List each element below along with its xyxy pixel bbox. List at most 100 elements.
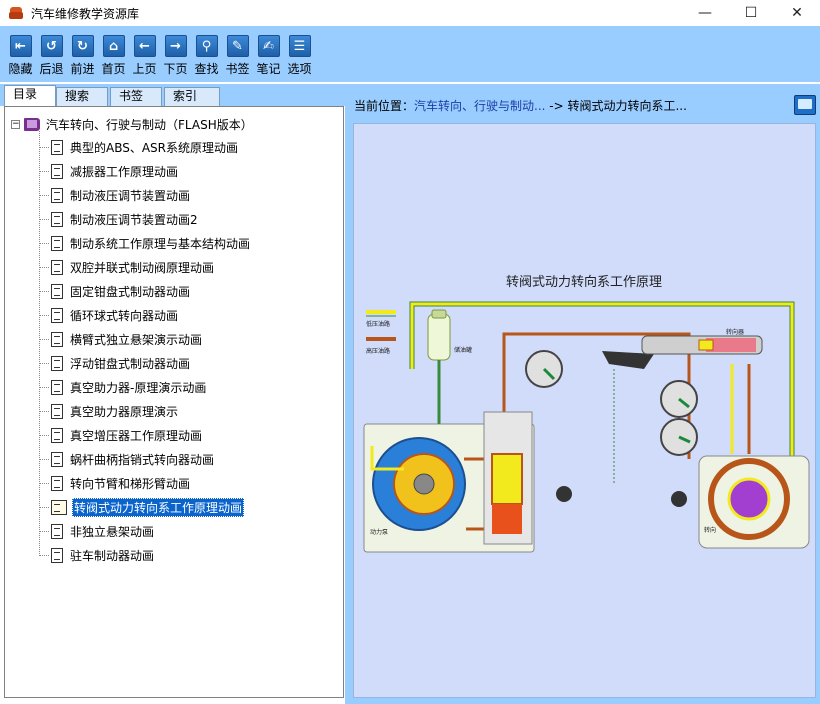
next-page-icon: → [164, 35, 187, 57]
app-icon [9, 7, 23, 19]
steering-wheel-hub [727, 477, 771, 521]
location-bar: 当前位置：汽车转向、行驶与制动... -> 转阀式动力转向系工... [349, 84, 820, 120]
tree-item[interactable]: 真空助力器原理演示 [39, 401, 180, 421]
tree-item[interactable]: 典型的ABS、ASR系统原理动画 [39, 137, 240, 157]
tree-root-label[interactable]: 汽车转向、行驶与制动（FLASH版本） [44, 115, 255, 134]
tree-item-selected[interactable]: 转阀式动力转向系工作原理动画 [39, 497, 245, 517]
flow-valve-chamber [492, 504, 522, 534]
tree-item[interactable]: 制动液压调节装置动画2 [39, 209, 200, 229]
tree-item-label[interactable]: 真空助力器-原理演示动画 [68, 378, 208, 397]
tree-item-label[interactable]: 双腔并联式制动阀原理动画 [68, 258, 216, 277]
location-label: 当前位置： [354, 99, 415, 113]
oil-reservoir [427, 313, 451, 361]
next-page-label: 下页 [163, 62, 188, 76]
tree-item-label[interactable]: 真空助力器原理演示 [68, 402, 180, 421]
next-page-button[interactable]: → 下页 [160, 26, 191, 82]
tree-item-label-selected[interactable]: 转阀式动力转向系工作原理动画 [72, 497, 245, 517]
viewer-frame: 转阀式动力转向系工作原理 低压油路 高压油路 储油罐 动力泵 转向器 转向 [349, 120, 820, 704]
prev-page-icon: ← [133, 35, 156, 57]
minimize-button[interactable]: — [682, 0, 728, 26]
tree-item[interactable]: 横臂式独立悬架演示动画 [39, 329, 204, 349]
location-separator: -> [545, 99, 568, 113]
tree-item[interactable]: 固定钳盘式制动器动画 [39, 281, 192, 301]
forward-label: 前进 [70, 62, 95, 76]
tree-item-label[interactable]: 转向节臂和梯形臂动画 [68, 474, 192, 493]
tree-item[interactable]: 驻车制动器动画 [39, 545, 156, 565]
tree-item[interactable]: 浮动钳盘式制动器动画 [39, 353, 192, 373]
collapse-icon[interactable]: − [11, 119, 20, 129]
tree-item[interactable]: 制动系统工作原理与基本结构动画 [39, 233, 252, 253]
tab-index[interactable]: 索引 [164, 87, 220, 106]
tree-item[interactable]: 真空增压器工作原理动画 [39, 425, 204, 445]
tree-item[interactable]: 转向节臂和梯形臂动画 [39, 473, 192, 493]
tab-bookmarks[interactable]: 书签 [110, 87, 162, 106]
options-icon: ☰ [288, 35, 311, 57]
diagram-title: 转阀式动力转向系工作原理 [506, 274, 662, 290]
pump-shaft [413, 473, 435, 495]
tree-item[interactable]: 循环球式转向器动画 [39, 305, 180, 325]
page-icon [51, 331, 63, 347]
tab-contents[interactable]: 目录 [4, 85, 56, 106]
fullscreen-monitor-icon[interactable] [794, 95, 816, 115]
nav-tabs: 目录 搜索 书签 索引 [0, 84, 345, 106]
book-icon [24, 117, 40, 131]
page-icon [51, 475, 63, 491]
location-path-parent[interactable]: 汽车转向、行驶与制动... [414, 99, 545, 113]
close-button[interactable]: ✕ [774, 0, 820, 26]
tree-item-label[interactable]: 制动系统工作原理与基本结构动画 [68, 234, 252, 253]
page-icon [51, 235, 63, 251]
tree-item[interactable]: 真空助力器-原理演示动画 [39, 377, 208, 397]
toolbar: ⇤ 隐藏 ↺ 后退 ↻ 前进 ⌂ 首页 ← 上页 → 下页 ⚲ 查找 ✎ 书签 … [0, 26, 820, 82]
tree-item-label[interactable]: 典型的ABS、ASR系统原理动画 [68, 138, 240, 157]
breadcrumb: 当前位置：汽车转向、行驶与制动... -> 转阀式动力转向系工... [354, 97, 687, 114]
tree-item-label[interactable]: 蜗杆曲柄指销式转向器动画 [68, 450, 216, 469]
tree-item-label[interactable]: 减振器工作原理动画 [68, 162, 180, 181]
tree-item-label[interactable]: 浮动钳盘式制动器动画 [68, 354, 192, 373]
tree-item[interactable]: 减振器工作原理动画 [39, 161, 180, 181]
hide-icon: ⇤ [9, 35, 32, 57]
tree-item-label[interactable]: 真空增压器工作原理动画 [68, 426, 204, 445]
find-button[interactable]: ⚲ 查找 [191, 26, 222, 82]
tree-item[interactable]: 非独立悬架动画 [39, 521, 156, 541]
tree-item-label[interactable]: 横臂式独立悬架演示动画 [68, 330, 204, 349]
options-button[interactable]: ☰ 选项 [284, 26, 315, 82]
page-icon [51, 379, 63, 395]
page-icon [51, 427, 63, 443]
tree-item-label[interactable]: 制动液压调节装置动画2 [68, 210, 200, 229]
notes-button[interactable]: ✍ 笔记 [253, 26, 284, 82]
tree-item-label[interactable]: 循环球式转向器动画 [68, 306, 180, 325]
page-icon [51, 403, 63, 419]
tree-item-label[interactable]: 驻车制动器动画 [68, 546, 156, 565]
bookmark-button[interactable]: ✎ 书签 [222, 26, 253, 82]
window-title: 汽车维修教学资源库 [31, 6, 140, 21]
back-icon: ↺ [40, 35, 63, 57]
tab-search[interactable]: 搜索 [56, 87, 108, 106]
tree-item-label[interactable]: 制动液压调节装置动画 [68, 186, 192, 205]
page-icon [51, 547, 63, 563]
tree-item[interactable]: 蜗杆曲柄指销式转向器动画 [39, 449, 216, 469]
forward-button[interactable]: ↻ 前进 [67, 26, 98, 82]
tree-item-label[interactable]: 非独立悬架动画 [68, 522, 156, 541]
notes-label: 笔记 [256, 62, 281, 76]
page-icon [51, 307, 63, 323]
tree-item[interactable]: 制动液压调节装置动画 [39, 185, 192, 205]
page-icon [51, 283, 63, 299]
back-button[interactable]: ↺ 后退 [36, 26, 67, 82]
home-button[interactable]: ⌂ 首页 [98, 26, 129, 82]
page-icon [51, 259, 63, 275]
hide-button[interactable]: ⇤ 隐藏 [5, 26, 36, 82]
find-icon: ⚲ [195, 35, 218, 57]
location-path-current: 转阀式动力转向系工... [567, 99, 687, 113]
tree-root[interactable]: − 汽车转向、行驶与制动（FLASH版本） [11, 116, 255, 132]
open-book-icon [51, 499, 67, 515]
maximize-button[interactable]: ☐ [728, 0, 774, 26]
reservoir-label: 储油罐 [454, 346, 472, 354]
flow-valve-spool [491, 453, 523, 505]
tree-item[interactable]: 双腔并联式制动阀原理动画 [39, 257, 216, 277]
page-icon [51, 451, 63, 467]
page-icon [51, 355, 63, 371]
legend-low-label: 低压油路 [366, 320, 390, 328]
legend-high-label: 高压油路 [366, 347, 390, 355]
tree-item-label[interactable]: 固定钳盘式制动器动画 [68, 282, 192, 301]
prev-page-button[interactable]: ← 上页 [129, 26, 160, 82]
